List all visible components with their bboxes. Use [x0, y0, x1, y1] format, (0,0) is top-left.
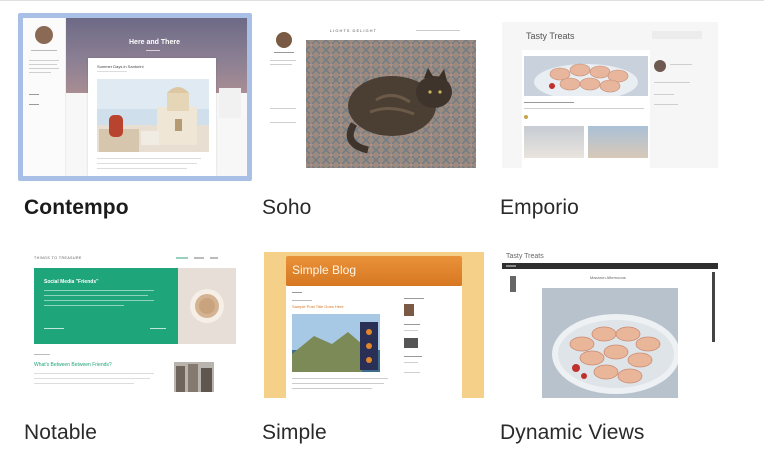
top-divider — [0, 0, 764, 1]
decorative-line — [270, 122, 296, 123]
simple-post-image — [292, 314, 380, 372]
decorative-line — [292, 388, 372, 389]
decorative-line — [270, 64, 292, 65]
theme-label-simple[interactable]: Simple — [262, 421, 327, 445]
decorative-line — [34, 383, 134, 384]
theme-gallery: Here and There Summer Days in Santorini — [0, 0, 764, 471]
decorative-block — [210, 257, 218, 259]
macarons-plate-image — [542, 288, 678, 398]
emporio-profile-avatar — [654, 60, 666, 72]
theme-label-soho[interactable]: Soho — [262, 196, 311, 220]
theme-thumbnail-dynamic-views[interactable]: Tasty Treats Macaron Afternoons — [502, 252, 718, 398]
theme-thumbnail-simple[interactable]: Simple Blog Sample Post Title Goes Here — [264, 252, 484, 398]
decorative-line — [404, 356, 422, 357]
decorative-block — [506, 265, 516, 267]
theme-thumbnail-soho[interactable]: LIGHTS DELIGHT — [264, 22, 484, 168]
emporio-search-box — [652, 31, 702, 39]
emporio-site-title: Tasty Treats — [526, 31, 575, 41]
decorative-line — [150, 328, 166, 329]
decorative-line — [292, 383, 384, 384]
decorative-line — [44, 295, 148, 296]
decorative-line — [416, 30, 460, 31]
decorative-line — [44, 328, 64, 329]
coffee-image — [178, 268, 236, 344]
decorative-line — [404, 372, 420, 373]
emporio-thumb-1 — [524, 126, 584, 158]
decorative-line — [270, 60, 296, 61]
decorative-line — [44, 290, 154, 291]
selected-theme-frame — [18, 13, 252, 181]
decorative-line — [404, 324, 420, 325]
decorative-line — [524, 108, 644, 109]
decorative-line — [404, 362, 418, 363]
decorative-line — [34, 354, 50, 355]
decorative-line — [404, 298, 424, 299]
decorative-line — [670, 64, 692, 65]
notable-post-image — [174, 362, 214, 392]
decorative-line — [404, 330, 418, 331]
simple-site-title: Simple Blog — [292, 263, 357, 277]
theme-thumbnail-notable[interactable]: THINGS TO TREASURE Social Media "Friends… — [28, 252, 238, 398]
theme-label-notable[interactable]: Notable — [24, 421, 97, 445]
decorative-line — [274, 52, 294, 53]
simple-profile-photo — [404, 304, 414, 316]
dynamic-views-side-icon — [510, 276, 516, 292]
decorative-line — [34, 378, 150, 379]
emporio-thumb-2 — [588, 126, 648, 158]
theme-label-dynamic-views[interactable]: Dynamic Views — [500, 421, 644, 445]
soho-header-title: LIGHTS DELIGHT — [330, 28, 377, 33]
notable-site-title: THINGS TO TREASURE — [34, 256, 82, 260]
decorative-line — [44, 305, 124, 306]
decorative-line — [654, 104, 678, 105]
emporio-badge — [524, 115, 528, 119]
decorative-line — [270, 108, 296, 109]
dynamic-views-scrollbar — [712, 272, 715, 342]
decorative-line — [292, 378, 388, 379]
decorative-line — [292, 292, 302, 293]
macarons-image — [524, 56, 648, 96]
notable-post-title: What's Between Between Friends? — [34, 362, 112, 368]
dynamic-views-site-title: Tasty Treats — [506, 253, 544, 260]
theme-label-contempo[interactable]: Contempo — [24, 196, 129, 220]
decorative-line — [654, 82, 690, 83]
decorative-line — [654, 94, 674, 95]
soho-avatar — [276, 32, 292, 48]
simple-post-title: Sample Post Title Goes Here — [292, 304, 344, 309]
decorative-line — [44, 300, 154, 301]
decorative-block — [194, 257, 204, 259]
dynamic-views-post-title: Macaron Afternoons — [590, 275, 626, 280]
decorative-line — [34, 373, 154, 374]
decorative-line — [292, 300, 312, 301]
dynamic-views-toolbar — [502, 263, 718, 269]
theme-label-emporio[interactable]: Emporio — [500, 196, 579, 220]
decorative-block — [404, 338, 418, 348]
decorative-block — [176, 257, 188, 259]
cat-photo — [306, 40, 476, 168]
notable-feature-title: Social Media "Friends" — [44, 279, 99, 285]
theme-thumbnail-emporio[interactable]: Tasty Treats — [502, 22, 718, 168]
decorative-line — [524, 102, 574, 103]
